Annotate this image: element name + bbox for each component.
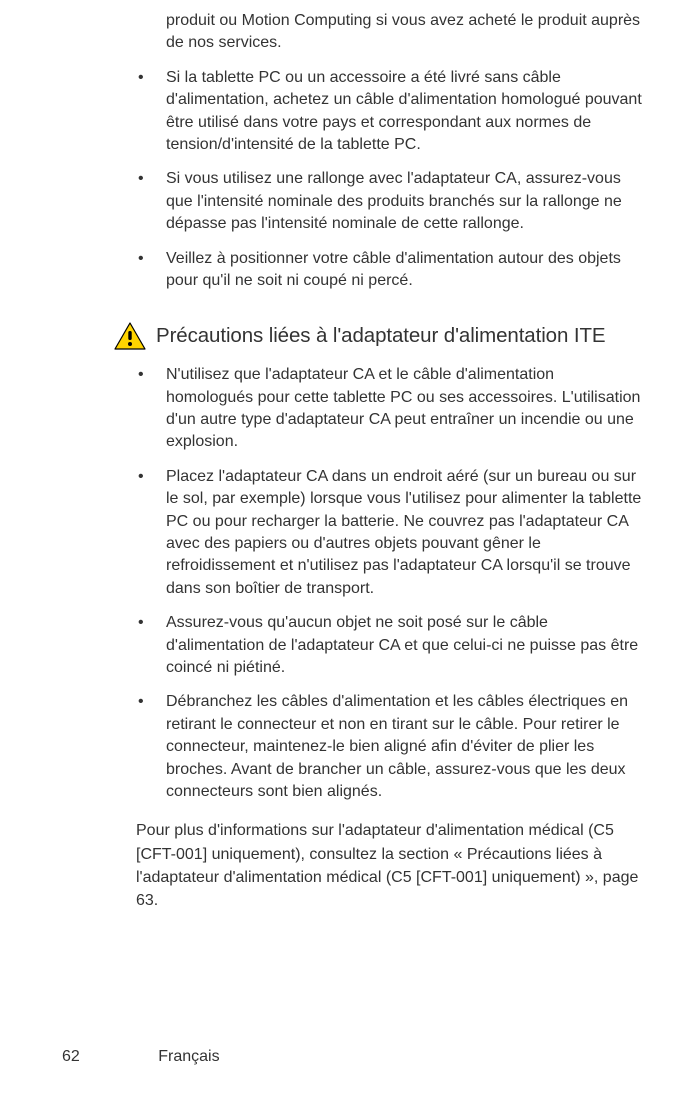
section-bullet-list: N'utilisez que l'adaptateur CA et le câb… [136, 364, 643, 803]
page-footer: 62 Français [62, 1048, 622, 1066]
document-page: produit ou Motion Computing si vous avez… [0, 0, 673, 1106]
list-item: N'utilisez que l'adaptateur CA et le câb… [136, 364, 643, 454]
list-item: Assurez-vous qu'aucun objet ne soit posé… [136, 612, 643, 679]
continuation-paragraph: produit ou Motion Computing si vous avez… [136, 10, 643, 55]
section-heading: Précautions liées à l'adaptateur d'alime… [156, 324, 605, 348]
footer-language: Français [158, 1048, 219, 1065]
list-item: Débranchez les câbles d'alimentation et … [136, 691, 643, 803]
list-item: Placez l'adaptateur CA dans un endroit a… [136, 466, 643, 600]
list-item: Si vous utilisez une rallonge avec l'ada… [136, 168, 643, 235]
page-number: 62 [62, 1048, 80, 1065]
section-heading-row: Précautions liées à l'adaptateur d'alime… [114, 322, 643, 350]
top-bullet-list: Si la tablette PC ou un accessoire a été… [136, 67, 643, 293]
closing-paragraph: Pour plus d'informations sur l'adaptateu… [136, 819, 643, 912]
body-content: produit ou Motion Computing si vous avez… [62, 10, 643, 912]
list-item: Veillez à positionner votre câble d'alim… [136, 248, 643, 293]
list-item: Si la tablette PC ou un accessoire a été… [136, 67, 643, 157]
warning-icon [114, 322, 146, 350]
